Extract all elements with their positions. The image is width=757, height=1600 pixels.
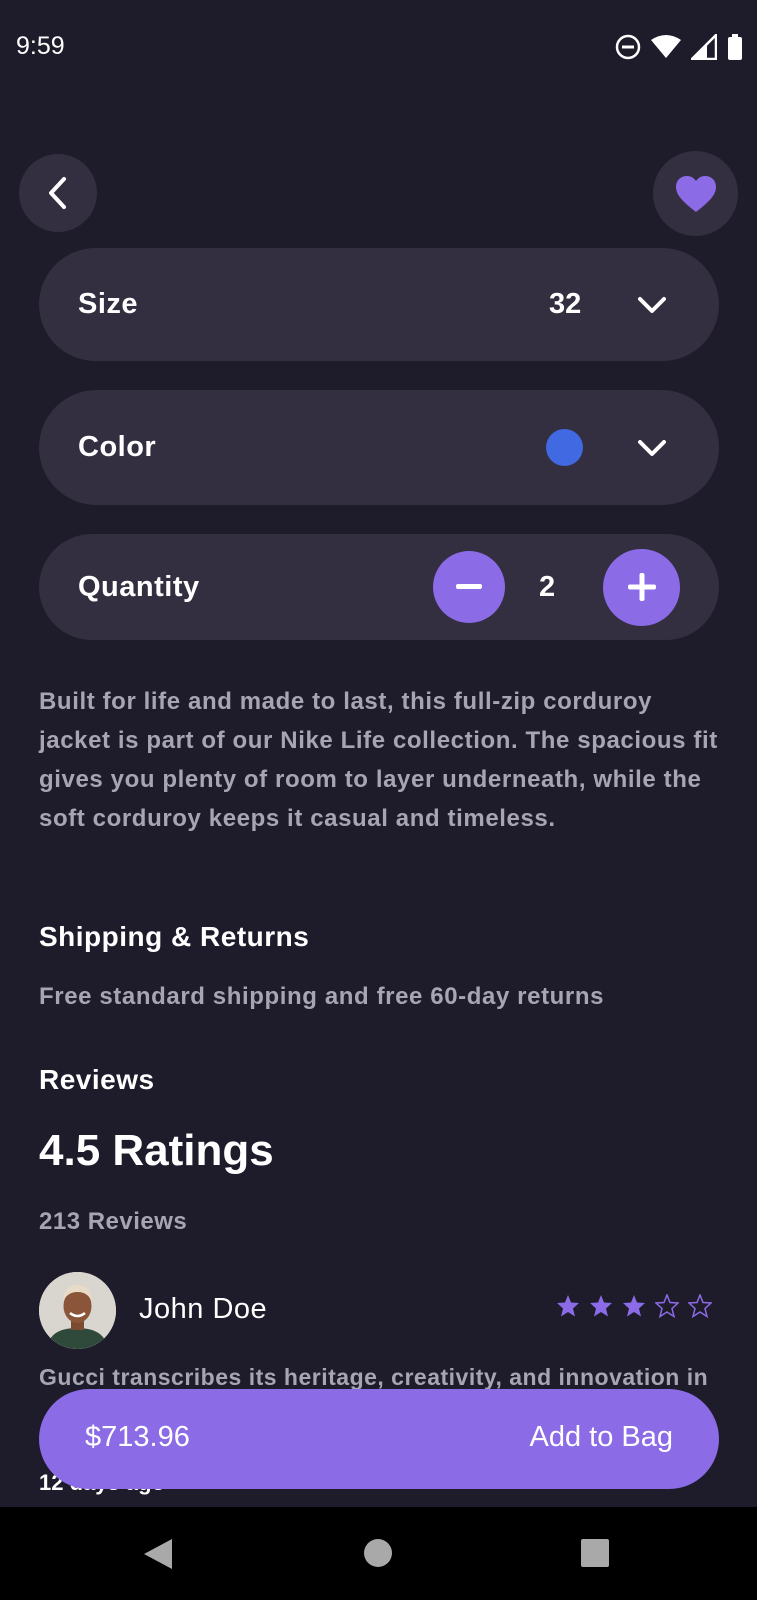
rating-title: 4.5 Ratings [39, 1126, 274, 1175]
size-label: Size [78, 288, 139, 320]
decrease-quantity-button[interactable] [433, 551, 505, 623]
reviews-heading: Reviews [39, 1064, 155, 1095]
cta-price: $713.96 [85, 1421, 190, 1453]
quantity-label: Quantity [78, 570, 200, 603]
square-recents-icon [581, 1539, 609, 1567]
chevron-down-icon [636, 432, 668, 464]
color-label: Color [78, 431, 157, 463]
status-bar: 9:59 [0, 0, 757, 96]
nav-recents-button[interactable] [580, 1537, 610, 1572]
wifi-icon [651, 35, 681, 58]
star-empty-icon [688, 1294, 712, 1318]
chevron-left-icon [49, 177, 66, 209]
star-filled-icon [623, 1295, 645, 1317]
minus-icon [456, 584, 482, 589]
plus-icon [627, 573, 656, 601]
shipping-text: Free standard shipping and free 60-day r… [39, 983, 605, 1010]
cta-label: Add to Bag [529, 1421, 674, 1453]
star-rating [556, 1294, 712, 1318]
heart-icon [675, 175, 716, 212]
battery-icon [728, 34, 742, 60]
star-filled-icon [590, 1295, 612, 1317]
size-selector[interactable]: Size 32 [39, 248, 719, 361]
circle-home-icon [364, 1539, 392, 1567]
star-filled-icon [557, 1295, 579, 1317]
nav-home-button[interactable] [363, 1537, 393, 1572]
signal-icon [691, 34, 717, 60]
reviews-count: 213 Reviews [39, 1208, 188, 1235]
back-button[interactable] [19, 154, 97, 232]
do-not-disturb-icon [615, 34, 641, 60]
increase-quantity-button[interactable] [603, 548, 680, 626]
star-empty-icon [655, 1294, 679, 1318]
size-value: 32 [549, 288, 582, 320]
quantity-stepper: Quantity 2 [39, 534, 719, 640]
reviewer-name: John Doe [139, 1293, 268, 1325]
triangle-back-icon [144, 1539, 172, 1569]
color-swatch [546, 429, 583, 466]
chevron-down-icon [636, 289, 668, 321]
nav-back-button[interactable] [142, 1537, 174, 1576]
shipping-heading: Shipping & Returns [39, 921, 310, 952]
avatar [39, 1272, 116, 1349]
favorite-button[interactable] [653, 151, 738, 236]
status-time: 9:59 [16, 32, 65, 60]
system-nav-bar [0, 1507, 757, 1600]
product-description: Built for life and made to last, this fu… [39, 688, 718, 832]
color-selector[interactable]: Color [39, 390, 719, 505]
add-to-bag-button[interactable]: $713.96 Add to Bag [39, 1389, 719, 1489]
status-icons [615, 34, 743, 60]
quantity-value: 2 [539, 570, 556, 603]
